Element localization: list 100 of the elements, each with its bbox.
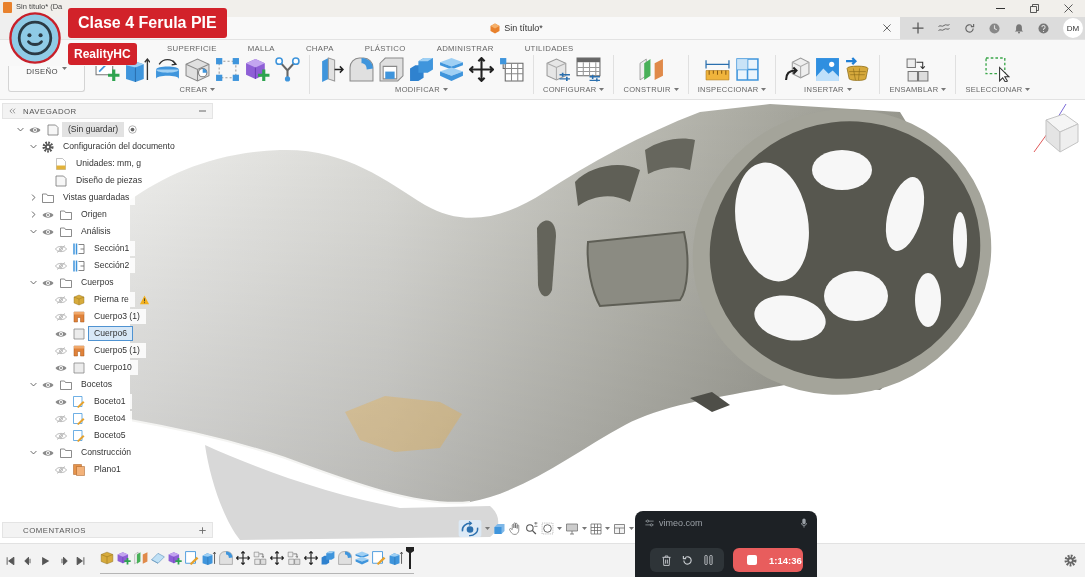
table-icon[interactable] — [499, 57, 524, 82]
plus-icon[interactable] — [199, 526, 206, 534]
extrude-box-icon[interactable] — [389, 551, 403, 565]
sketch-plus-icon[interactable] — [95, 66, 120, 82]
fillet-icon[interactable] — [349, 57, 374, 82]
combine-icon[interactable] — [409, 57, 434, 82]
clock-icon[interactable] — [989, 22, 1000, 34]
cube-sliders-icon[interactable] — [546, 57, 572, 82]
skip-end-icon[interactable] — [76, 555, 85, 566]
plate-icon[interactable] — [151, 551, 165, 565]
eye-icon[interactable] — [42, 448, 54, 457]
fillet-icon[interactable] — [338, 551, 352, 565]
cube-icon[interactable] — [100, 551, 114, 565]
bell-icon[interactable] — [1014, 22, 1024, 34]
tree-item[interactable]: Cuerpo6 — [88, 326, 133, 341]
select-box-icon[interactable] — [985, 57, 1011, 82]
eye-slash-icon[interactable] — [55, 261, 67, 270]
table-sliders-icon[interactable] — [576, 57, 602, 82]
press-pull-icon[interactable] — [319, 57, 344, 82]
sketch-icon[interactable] — [185, 551, 199, 565]
double-chevron-icon[interactable] — [9, 108, 16, 114]
tree-item[interactable]: (Sin guardar) — [62, 122, 125, 137]
pause-icon[interactable] — [703, 555, 713, 565]
cube-plus-icon[interactable] — [117, 551, 131, 565]
planes-icon[interactable] — [638, 57, 664, 82]
planes-icon[interactable] — [134, 551, 148, 565]
close-icon[interactable] — [883, 24, 891, 32]
eye-slash-icon[interactable] — [55, 346, 67, 355]
eye-slash-icon[interactable] — [55, 431, 67, 440]
eye-icon[interactable] — [42, 210, 54, 219]
wave-lines-icon[interactable] — [938, 23, 950, 33]
eye-slash-icon[interactable] — [55, 414, 67, 423]
eye-slash-icon[interactable] — [55, 244, 67, 253]
help-icon[interactable] — [1038, 22, 1049, 34]
minimize-icon[interactable] — [995, 8, 1005, 9]
playhead-marker[interactable] — [406, 547, 414, 569]
cube-arrow-icon[interactable] — [785, 57, 811, 82]
caret-icon — [557, 527, 562, 530]
chevron-right-icon[interactable] — [30, 211, 37, 218]
eye-icon[interactable] — [55, 397, 67, 406]
caret-icon — [599, 88, 605, 91]
close-icon[interactable] — [1063, 4, 1073, 13]
settings-icon[interactable] — [1064, 554, 1077, 567]
combine-icon[interactable] — [321, 551, 335, 565]
section-grid-icon[interactable] — [734, 57, 760, 82]
chevron-right-icon[interactable] — [30, 194, 37, 201]
cube-plus-icon[interactable] — [245, 57, 270, 82]
monitor-icon[interactable] — [565, 522, 579, 535]
eye-icon[interactable] — [55, 363, 67, 372]
basket-arrow-icon[interactable] — [845, 57, 871, 82]
eye-icon[interactable] — [29, 125, 41, 134]
step-forward-icon[interactable] — [58, 555, 68, 566]
branch-icon[interactable] — [275, 57, 300, 82]
radio-dot-icon[interactable] — [128, 125, 138, 134]
split-plates-icon[interactable] — [439, 57, 464, 82]
sliders-icon[interactable] — [645, 519, 654, 527]
chevron-down-icon[interactable] — [30, 228, 37, 235]
move-arrows-icon[interactable] — [270, 551, 284, 565]
square-icon — [73, 361, 85, 374]
plus-icon[interactable] — [912, 22, 924, 34]
orbit-icon[interactable] — [458, 520, 482, 537]
extrude-box-icon[interactable] — [202, 551, 216, 565]
eye-icon[interactable] — [55, 329, 67, 338]
move-arrows-icon[interactable] — [236, 551, 250, 565]
ruler-icon[interactable] — [704, 57, 730, 82]
step-back-icon[interactable] — [23, 555, 33, 566]
split-plates-icon[interactable] — [355, 551, 369, 565]
chevron-down-icon[interactable] — [30, 279, 37, 286]
zoom-icon[interactable] — [525, 522, 538, 535]
shell-icon[interactable] — [379, 57, 404, 82]
grid-icon[interactable] — [590, 522, 602, 535]
chevron-down-icon[interactable] — [30, 381, 37, 388]
chevron-down-icon[interactable] — [30, 143, 37, 150]
eye-slash-icon[interactable] — [55, 295, 67, 304]
hole-cube-icon[interactable] — [185, 57, 210, 82]
microphone-icon[interactable] — [801, 518, 807, 528]
restore-icon[interactable] — [1029, 4, 1039, 13]
skip-start-icon[interactable] — [6, 555, 15, 566]
chevron-down-icon[interactable] — [30, 449, 37, 456]
eye-slash-icon[interactable] — [55, 465, 67, 474]
pattern-icon[interactable] — [215, 57, 240, 82]
eye-icon[interactable] — [42, 380, 54, 389]
cube-face-icon[interactable] — [493, 522, 506, 535]
user-avatar[interactable]: DM — [1063, 18, 1083, 38]
restart-icon[interactable] — [681, 554, 693, 566]
sketch-icon[interactable] — [372, 551, 386, 565]
fit-window-icon[interactable] — [541, 522, 554, 535]
eye-icon[interactable] — [42, 227, 54, 236]
circle-arrow-icon[interactable] — [964, 22, 975, 34]
cube-plus-icon[interactable] — [168, 551, 182, 565]
move-arrows-icon[interactable] — [304, 551, 318, 565]
squares-arrow-icon[interactable] — [905, 57, 931, 82]
play-icon[interactable] — [41, 555, 50, 566]
eye-slash-icon[interactable] — [55, 312, 67, 321]
pan-hand-icon[interactable] — [509, 522, 522, 535]
trash-icon[interactable] — [661, 554, 671, 566]
eye-icon[interactable] — [42, 278, 54, 287]
move-arrows-icon[interactable] — [469, 57, 494, 82]
chevron-down-icon[interactable] — [17, 126, 24, 133]
viewports-icon[interactable] — [613, 522, 626, 535]
